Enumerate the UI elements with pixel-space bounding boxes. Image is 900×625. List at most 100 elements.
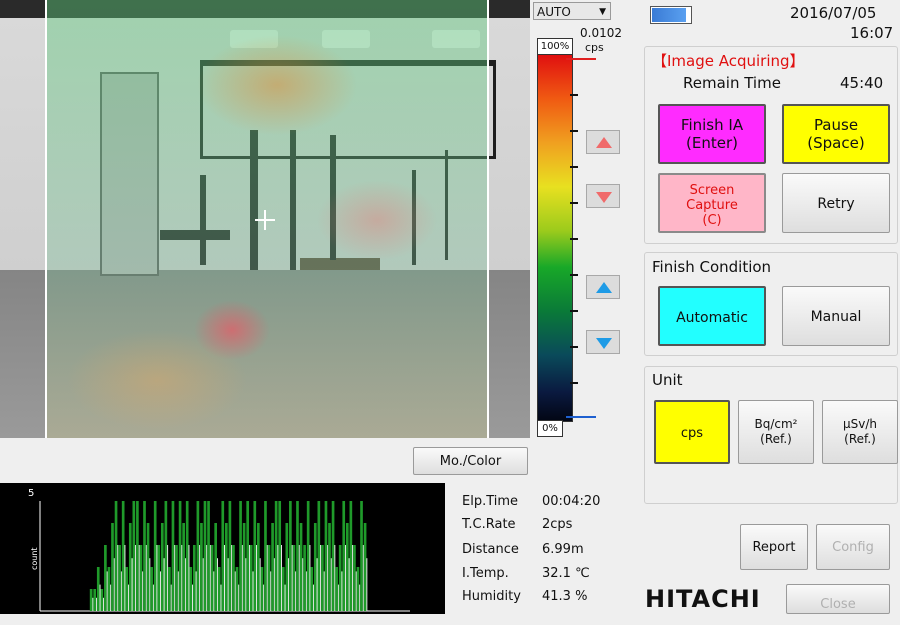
chart-bar bbox=[200, 523, 203, 611]
chart-bar bbox=[214, 523, 217, 611]
lower-limit-down-button[interactable] bbox=[586, 330, 620, 354]
chart-bar-marker bbox=[291, 545, 293, 611]
chart-bar-marker bbox=[284, 584, 286, 611]
chart-bar bbox=[118, 545, 121, 611]
chart-bar bbox=[289, 501, 292, 611]
chart-bar bbox=[246, 501, 250, 611]
scale-tick bbox=[570, 94, 578, 96]
scale-max-label: 100% bbox=[537, 38, 573, 55]
lower-limit-up-button[interactable] bbox=[586, 275, 620, 299]
chart-bar bbox=[345, 523, 349, 611]
pause-shortcut: (Space) bbox=[807, 134, 865, 152]
chart-bar bbox=[121, 501, 125, 611]
unit-bq-ref: (Ref.) bbox=[760, 432, 792, 446]
chart-bar-marker bbox=[163, 558, 165, 611]
triangle-up-red-icon bbox=[596, 137, 612, 148]
upper-limit-up-button[interactable] bbox=[586, 130, 620, 154]
chart-bar bbox=[164, 501, 168, 611]
chart-bar bbox=[128, 523, 132, 611]
scale-tick bbox=[570, 382, 578, 384]
retry-button[interactable]: Retry bbox=[782, 173, 890, 233]
scale-tick bbox=[570, 346, 578, 348]
finish-ia-button[interactable]: Finish IA (Enter) bbox=[658, 104, 766, 164]
chart-bar-marker bbox=[138, 545, 140, 611]
tc-rate-label: T.C.Rate bbox=[462, 517, 516, 532]
automatic-button[interactable]: Automatic bbox=[658, 286, 766, 346]
chart-bar bbox=[207, 501, 210, 611]
chart-bar-marker bbox=[352, 545, 354, 611]
chart-bar bbox=[264, 501, 267, 611]
chart-bar bbox=[136, 501, 139, 611]
chart-bar bbox=[324, 501, 328, 611]
chart-bar-marker bbox=[305, 571, 307, 611]
chart-bar-marker bbox=[273, 558, 275, 611]
config-button[interactable]: Config bbox=[816, 524, 890, 570]
chart-bar bbox=[335, 567, 338, 611]
pause-label: Pause bbox=[813, 116, 859, 134]
chart-bar bbox=[292, 545, 296, 611]
close-button[interactable]: Close bbox=[786, 584, 890, 614]
chart-bar-marker bbox=[252, 571, 254, 611]
chart-bar bbox=[114, 501, 118, 611]
chart-bar bbox=[274, 501, 278, 611]
chart-bar-marker bbox=[167, 545, 169, 611]
chart-bar bbox=[107, 567, 111, 611]
finish-ia-shortcut: (Enter) bbox=[686, 134, 738, 152]
chart-bar bbox=[196, 501, 200, 611]
chart-bar-marker bbox=[227, 558, 229, 611]
chart-bar-marker bbox=[259, 558, 261, 611]
chart-bar-marker bbox=[96, 597, 97, 611]
chart-bar bbox=[363, 523, 367, 611]
scale-mode-select[interactable]: AUTO ▼ bbox=[533, 2, 611, 20]
manual-button[interactable]: Manual bbox=[782, 286, 890, 346]
chart-bar-marker bbox=[366, 558, 368, 611]
chart-bar bbox=[235, 567, 239, 611]
scale-min-label: 0% bbox=[537, 420, 563, 437]
scale-top-value: 0.0102 bbox=[580, 26, 622, 40]
status-title: 【Image Acquiring】 bbox=[652, 52, 805, 70]
chart-bar bbox=[278, 501, 282, 611]
scale-tick bbox=[570, 238, 578, 240]
chart-bar bbox=[342, 501, 346, 611]
chart-bar-marker bbox=[184, 558, 186, 611]
upper-limit-down-button[interactable] bbox=[586, 184, 620, 208]
chart-bar bbox=[349, 501, 353, 611]
chart-bar-marker bbox=[263, 584, 265, 611]
chart-bar-marker bbox=[206, 545, 208, 611]
unit-bq-button[interactable]: Bq/cm² (Ref.) bbox=[738, 400, 814, 464]
chart-bar bbox=[171, 501, 175, 611]
report-button[interactable]: Report bbox=[740, 524, 808, 570]
chart-bar-marker bbox=[334, 545, 336, 611]
chart-bar-marker bbox=[359, 584, 361, 611]
count-chart-svg bbox=[39, 501, 410, 612]
chart-bar bbox=[271, 523, 274, 611]
chart-bar bbox=[313, 523, 317, 611]
chart-bar-marker bbox=[245, 558, 247, 611]
chart-bar bbox=[93, 589, 97, 611]
screen-capture-button[interactable]: Screen Capture (C) bbox=[658, 173, 766, 233]
hitachi-logo: HITACHI bbox=[645, 585, 761, 613]
unit-cps-button[interactable]: cps bbox=[654, 400, 730, 464]
mono-color-button[interactable]: Mo./Color bbox=[413, 447, 528, 475]
pause-button[interactable]: Pause (Space) bbox=[782, 104, 890, 164]
unit-usv-button[interactable]: μSv/h (Ref.) bbox=[822, 400, 898, 464]
chart-bar bbox=[285, 523, 289, 611]
humidity-value: 41.3 % bbox=[542, 589, 588, 604]
chart-bar bbox=[178, 501, 182, 611]
chart-bar bbox=[225, 523, 228, 611]
chart-bar bbox=[296, 501, 299, 611]
count-chart bbox=[0, 483, 445, 614]
chart-bar-marker bbox=[99, 584, 101, 611]
chart-bar bbox=[360, 501, 363, 611]
scale-marker-bottom bbox=[566, 416, 596, 418]
chart-bar bbox=[232, 545, 235, 611]
unit-usv-label: μSv/h bbox=[842, 417, 877, 431]
chevron-down-icon: ▼ bbox=[599, 7, 606, 17]
color-scale-bar bbox=[537, 54, 573, 422]
chart-bar-marker bbox=[337, 584, 339, 611]
chart-bar bbox=[89, 589, 93, 611]
chart-bar bbox=[299, 523, 303, 611]
remain-time-label: Remain Time bbox=[683, 74, 781, 92]
chart-bar-marker bbox=[288, 558, 290, 611]
chart-bar bbox=[157, 545, 161, 611]
